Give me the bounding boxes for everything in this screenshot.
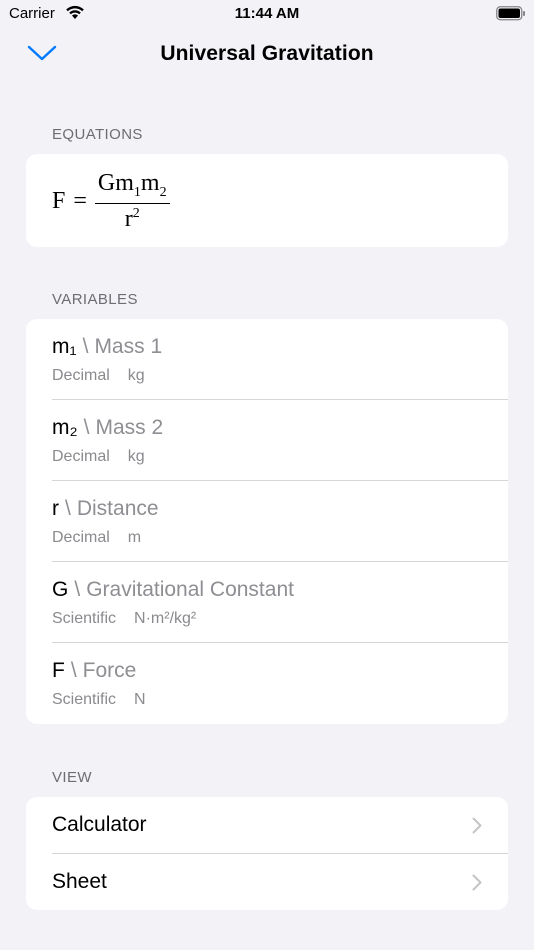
equation-fraction: Gm1m2 r2 xyxy=(94,170,170,233)
variable-symbol: m₂ xyxy=(52,416,78,439)
variable-unit: N xyxy=(134,691,146,708)
variable-name: Distance xyxy=(76,497,159,520)
navigation-bar: Universal Gravitation xyxy=(0,28,534,82)
variable-separator: \ xyxy=(83,416,90,439)
view-row-label: Sheet xyxy=(52,870,107,893)
variable-row[interactable]: m₁ \ Mass 1 Decimal kg xyxy=(26,319,508,400)
view-row-calculator[interactable]: Calculator xyxy=(26,797,508,854)
variable-symbol: F xyxy=(52,659,65,682)
chevron-right-icon xyxy=(472,817,482,834)
page-title: Universal Gravitation xyxy=(160,42,374,65)
equation-equals: = xyxy=(73,188,87,214)
variable-separator: \ xyxy=(74,578,81,601)
view-section-header: VIEW xyxy=(52,769,92,786)
variable-details: Scientific N xyxy=(52,691,146,709)
variable-type: Scientific xyxy=(52,610,117,627)
variable-details: Scientific N·m²/kg² xyxy=(52,610,196,628)
numerator-m: m xyxy=(140,170,160,196)
variable-symbol: m₁ xyxy=(52,335,77,358)
variable-unit: N·m²/kg² xyxy=(134,610,197,627)
variable-row[interactable]: F \ Force Scientific N xyxy=(26,643,508,724)
equation-formula: F = Gm1m2 r2 xyxy=(52,170,170,233)
variable-details: Decimal m xyxy=(52,529,141,547)
variable-unit: m xyxy=(127,529,142,546)
equation-denominator: r2 xyxy=(125,204,140,233)
status-bar: Carrier 11:44 AM xyxy=(0,0,534,28)
variable-row[interactable]: r \ Distance Decimal m xyxy=(26,481,508,562)
variable-title: m₂ \ Mass 2 xyxy=(52,416,163,440)
variable-row[interactable]: G \ Gravitational Constant Scientific N·m²/… xyxy=(26,562,508,643)
variable-name: Mass 2 xyxy=(95,416,164,439)
numerator-base: Gm xyxy=(97,170,134,196)
variable-symbol: G xyxy=(52,578,69,601)
variables-card: m₁ \ Mass 1 Decimal kg m₂ \ Mass 2 Decimal kg … xyxy=(26,319,508,724)
numerator-subscript-1: 1 xyxy=(133,185,141,200)
variable-title: r \ Distance xyxy=(52,497,159,521)
variable-title: G \ Gravitational Constant xyxy=(52,578,294,602)
denominator-superscript: 2 xyxy=(132,206,140,221)
variable-separator: \ xyxy=(70,659,77,682)
status-time: 11:44 AM xyxy=(234,5,300,22)
variable-type: Decimal xyxy=(52,448,110,465)
variable-name: Force xyxy=(82,659,137,682)
variables-section-header: VARIABLES xyxy=(52,291,138,308)
view-row-sheet[interactable]: Sheet xyxy=(26,854,508,910)
equation-lhs: F xyxy=(52,188,66,214)
variable-symbol: r xyxy=(52,497,59,520)
view-card: Calculator Sheet xyxy=(26,797,508,910)
variable-separator: \ xyxy=(65,497,71,520)
variable-row[interactable]: m₂ \ Mass 2 Decimal kg xyxy=(26,400,508,481)
variable-title: m₁ \ Mass 1 xyxy=(52,335,162,359)
variable-unit: kg xyxy=(127,448,145,465)
view-row-label: Calculator xyxy=(52,813,147,836)
equation-numerator: Gm1m2 xyxy=(94,170,170,204)
variable-details: Decimal kg xyxy=(52,448,145,466)
variable-unit: kg xyxy=(127,367,145,384)
variable-name: Mass 1 xyxy=(94,335,163,358)
variable-name: Gravitational Constant xyxy=(86,578,294,601)
denominator-base: r xyxy=(124,206,133,232)
variable-type: Scientific xyxy=(52,691,117,708)
battery-icon xyxy=(496,6,525,21)
variable-separator: \ xyxy=(82,335,89,358)
chevron-right-icon xyxy=(472,874,482,891)
numerator-subscript-2: 2 xyxy=(159,185,167,200)
variable-details: Decimal kg xyxy=(52,367,145,385)
variable-type: Decimal xyxy=(52,529,110,546)
equations-section-header: EQUATIONS xyxy=(52,126,143,143)
variable-title: F \ Force xyxy=(52,659,136,683)
variable-type: Decimal xyxy=(52,367,110,384)
